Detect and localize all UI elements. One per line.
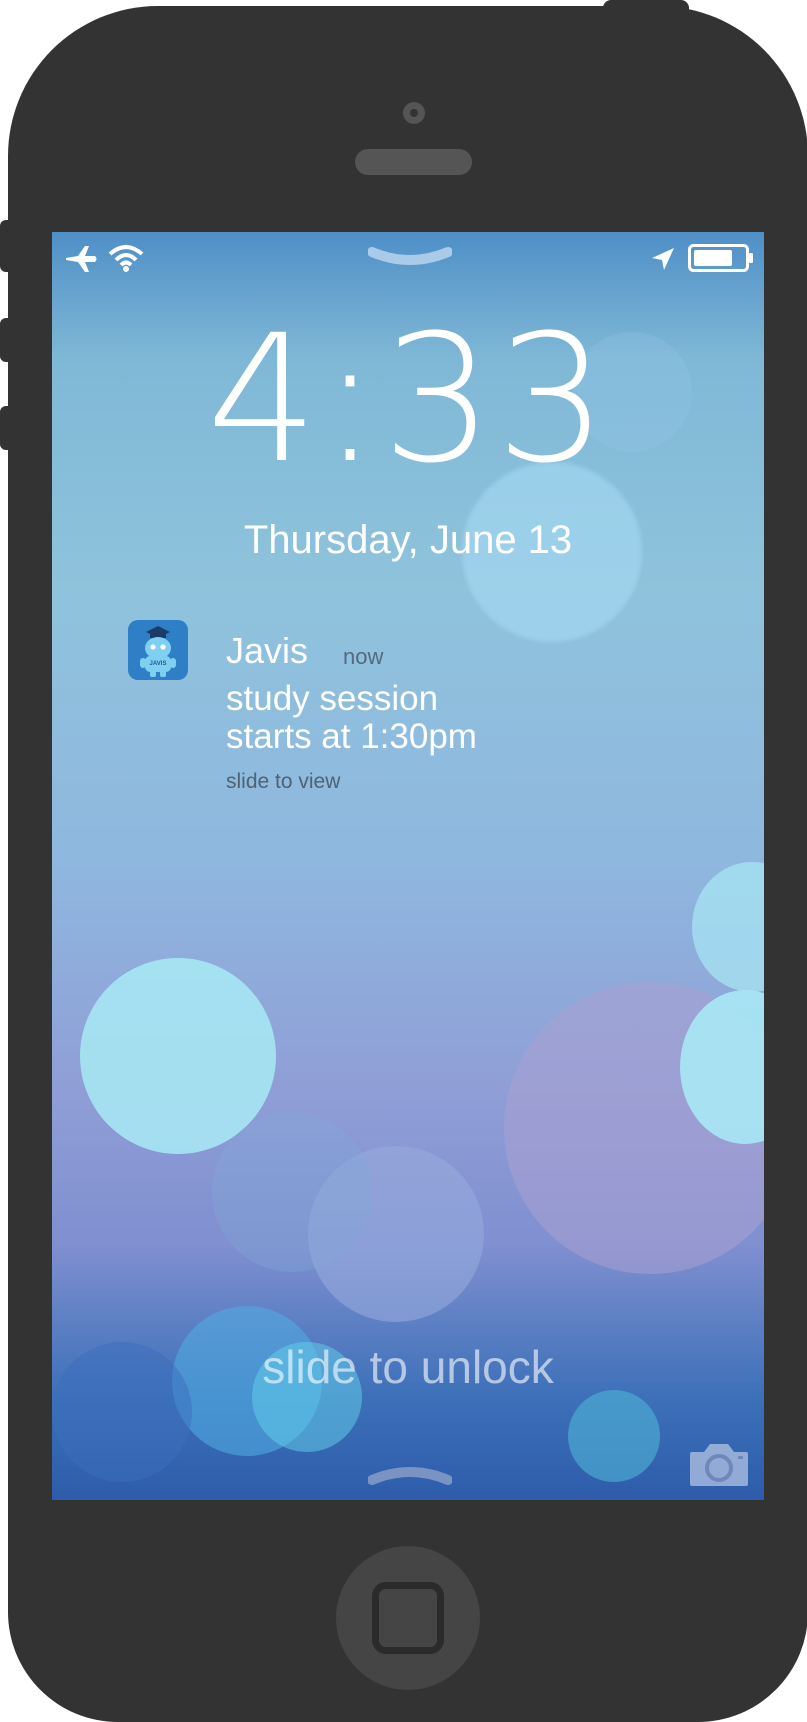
javis-app-icon[interactable]: JAVIS [128, 620, 188, 680]
app-icon-label: JAVIS [149, 661, 167, 667]
airplane-icon [66, 246, 97, 272]
earpiece-speaker [355, 149, 472, 175]
battery-icon [688, 244, 753, 272]
notification-message-line: study session [226, 679, 439, 718]
camera-icon[interactable] [688, 1440, 750, 1488]
lock-date: Thursday, June 13 [243, 518, 573, 562]
notification-app-name: Javis [226, 630, 309, 671]
bokeh-light [692, 862, 764, 992]
lock-clock: 4:33 [206, 297, 610, 502]
home-button[interactable] [336, 1546, 480, 1690]
slide-to-view-hint[interactable]: slide to view [226, 770, 340, 794]
notification-message[interactable]: study session starts at 1:30pm [226, 680, 646, 756]
notification-timestamp: now [343, 644, 384, 669]
front-camera [403, 102, 425, 124]
lock-screen[interactable]: 4:33 Thursday, June 13 JAVIS Javis now s… [52, 232, 764, 1500]
wifi-icon [108, 245, 144, 272]
home-button-icon [372, 1582, 444, 1654]
bokeh-light [568, 1390, 660, 1482]
notification-message-line: starts at 1:30pm [226, 717, 477, 756]
notification-center-grabber[interactable] [368, 246, 452, 268]
control-center-grabber[interactable] [368, 1464, 452, 1486]
location-arrow-icon [652, 248, 674, 270]
bokeh-light [212, 1112, 372, 1272]
slide-to-unlock[interactable]: slide to unlock [52, 1340, 764, 1394]
